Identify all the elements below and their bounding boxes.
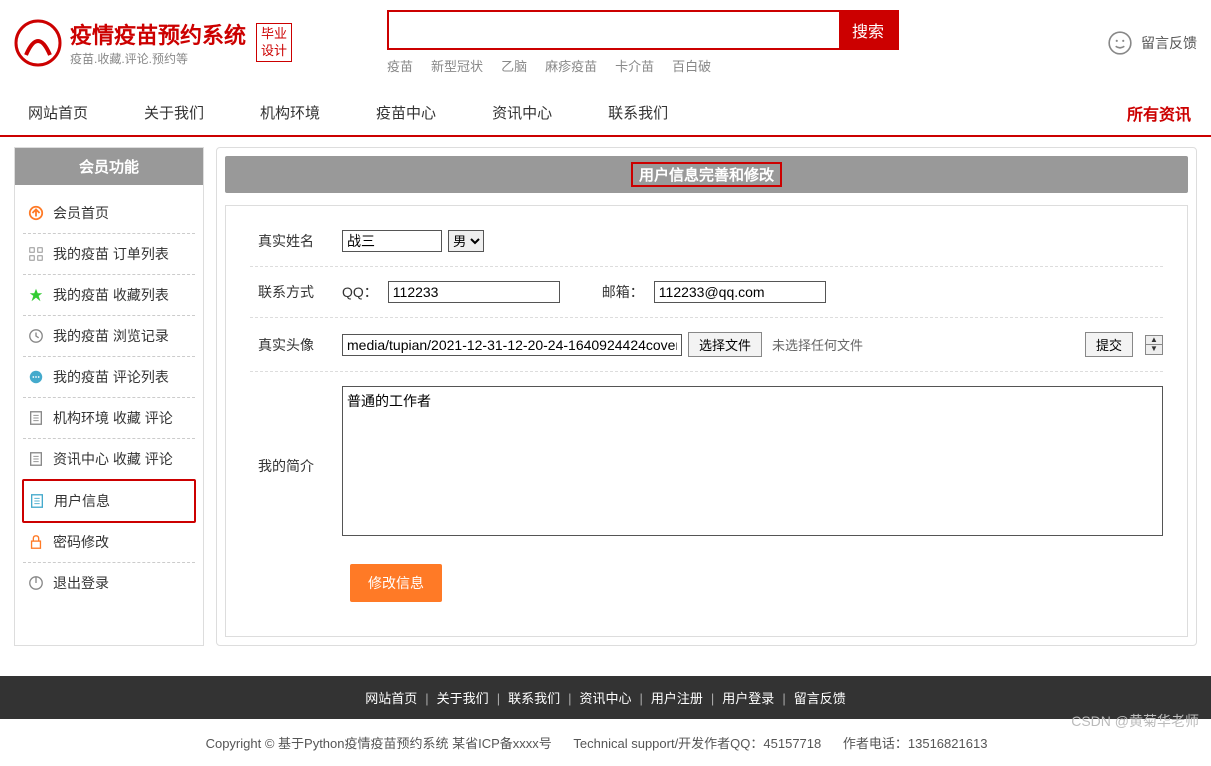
search-box: 搜索	[387, 10, 899, 50]
sidebar-item-label: 会员首页	[53, 203, 109, 223]
badge: 毕业 设计	[256, 23, 292, 63]
nav-item[interactable]: 关于我们	[116, 90, 232, 135]
doc-icon	[28, 492, 46, 510]
search-tag[interactable]: 卡介苗	[615, 59, 654, 74]
stepper[interactable]: ▲▼	[1145, 335, 1163, 355]
home-icon	[27, 204, 45, 222]
submit-button[interactable]: 提交	[1085, 332, 1133, 357]
sidebar-item-label: 用户信息	[54, 491, 110, 511]
sidebar-item-label: 退出登录	[53, 573, 109, 593]
sidebar-item[interactable]: 我的疫苗 浏览记录	[23, 316, 195, 357]
sidebar-item[interactable]: 用户信息	[22, 479, 196, 523]
email-input[interactable]	[654, 281, 826, 303]
nav-item[interactable]: 机构环境	[232, 90, 348, 135]
site-title: 疫情疫苗预约系统	[70, 18, 246, 50]
search-button[interactable]: 搜索	[839, 12, 897, 48]
modify-button[interactable]: 修改信息	[350, 564, 442, 602]
contact-label: 联系方式	[250, 282, 342, 302]
sidebar-item[interactable]: 退出登录	[23, 563, 195, 603]
site-subtitle: 疫苗.收藏.评论.预约等	[70, 50, 246, 67]
sidebar-item-label: 密码修改	[53, 532, 109, 552]
panel-title: 用户信息完善和修改	[225, 156, 1188, 193]
gender-select[interactable]: 男	[448, 230, 484, 252]
search-tags: 疫苗 新型冠状 乙脑 麻疹疫苗 卡介苗 百白破	[387, 56, 899, 75]
star-icon	[27, 286, 45, 304]
nav-item[interactable]: 资讯中心	[464, 90, 580, 135]
sidebar: 会员功能 会员首页我的疫苗 订单列表我的疫苗 收藏列表我的疫苗 浏览记录我的疫苗…	[14, 147, 204, 646]
content-panel: 用户信息完善和修改 真实姓名 男 联系方式 QQ： 邮箱：	[216, 147, 1197, 646]
choose-file-button[interactable]: 选择文件	[688, 332, 762, 357]
grid-icon	[27, 245, 45, 263]
footer-link[interactable]: 资讯中心	[579, 691, 631, 706]
footer-link[interactable]: 用户注册	[651, 691, 703, 706]
avatar-path-input[interactable]	[342, 334, 682, 356]
sidebar-title: 会员功能	[15, 148, 203, 185]
sidebar-item[interactable]: 我的疫苗 收藏列表	[23, 275, 195, 316]
main-nav: 网站首页关于我们机构环境疫苗中心资讯中心联系我们 所有资讯	[0, 85, 1211, 137]
search-tag[interactable]: 新型冠状	[431, 59, 483, 74]
footer-nav: 网站首页|关于我们|联系我们|资讯中心|用户注册|用户登录|留言反馈	[0, 676, 1211, 719]
power-icon	[27, 574, 45, 592]
sidebar-item[interactable]: 资讯中心 收藏 评论	[23, 439, 195, 480]
qq-label: QQ：	[342, 282, 378, 302]
sidebar-item[interactable]: 密码修改	[23, 522, 195, 563]
footer-link[interactable]: 网站首页	[365, 691, 417, 706]
sidebar-item[interactable]: 我的疫苗 订单列表	[23, 234, 195, 275]
search-input[interactable]	[389, 12, 839, 48]
nav-item[interactable]: 网站首页	[0, 90, 116, 135]
nav-item[interactable]: 联系我们	[580, 90, 696, 135]
feedback-link[interactable]: 留言反馈	[1107, 30, 1197, 56]
footer-link[interactable]: 关于我们	[437, 691, 489, 706]
nav-item[interactable]: 疫苗中心	[348, 90, 464, 135]
footer-link[interactable]: 联系我们	[508, 691, 560, 706]
sidebar-item[interactable]: 我的疫苗 评论列表	[23, 357, 195, 398]
sidebar-item-label: 我的疫苗 订单列表	[53, 244, 169, 264]
clock-icon	[27, 327, 45, 345]
logo: 疫情疫苗预约系统 疫苗.收藏.评论.预约等 毕业 设计	[14, 18, 292, 67]
intro-textarea[interactable]	[342, 386, 1163, 536]
search-tag[interactable]: 麻疹疫苗	[545, 59, 597, 74]
sidebar-item-label: 资讯中心 收藏 评论	[53, 449, 173, 469]
qq-input[interactable]	[388, 281, 560, 303]
stepper-down-icon[interactable]: ▼	[1146, 345, 1162, 354]
lock-icon	[27, 533, 45, 551]
file-status: 未选择任何文件	[772, 335, 863, 354]
watermark: CSDN @黄菊华老师	[1071, 711, 1199, 731]
sidebar-item-label: 我的疫苗 浏览记录	[53, 326, 169, 346]
name-label: 真实姓名	[250, 231, 342, 251]
sidebar-item-label: 机构环境 收藏 评论	[53, 408, 173, 428]
email-label: 邮箱：	[602, 282, 644, 302]
search-tag[interactable]: 乙脑	[501, 59, 527, 74]
intro-label: 我的简介	[250, 386, 342, 476]
avatar-label: 真实头像	[250, 335, 342, 355]
nav-all-news[interactable]: 所有资讯	[1127, 101, 1211, 125]
footer-link[interactable]: 用户登录	[722, 691, 774, 706]
headset-icon	[1107, 30, 1133, 56]
search-tag[interactable]: 疫苗	[387, 59, 413, 74]
search-tag[interactable]: 百白破	[672, 59, 711, 74]
sidebar-item[interactable]: 机构环境 收藏 评论	[23, 398, 195, 439]
sidebar-item-label: 我的疫苗 评论列表	[53, 367, 169, 387]
doc-icon	[27, 450, 45, 468]
footer-link[interactable]: 留言反馈	[794, 691, 846, 706]
sidebar-item[interactable]: 会员首页	[23, 193, 195, 234]
sidebar-item-label: 我的疫苗 收藏列表	[53, 285, 169, 305]
comment-icon	[27, 368, 45, 386]
name-input[interactable]	[342, 230, 442, 252]
logo-icon	[14, 19, 62, 67]
doc-icon	[27, 409, 45, 427]
